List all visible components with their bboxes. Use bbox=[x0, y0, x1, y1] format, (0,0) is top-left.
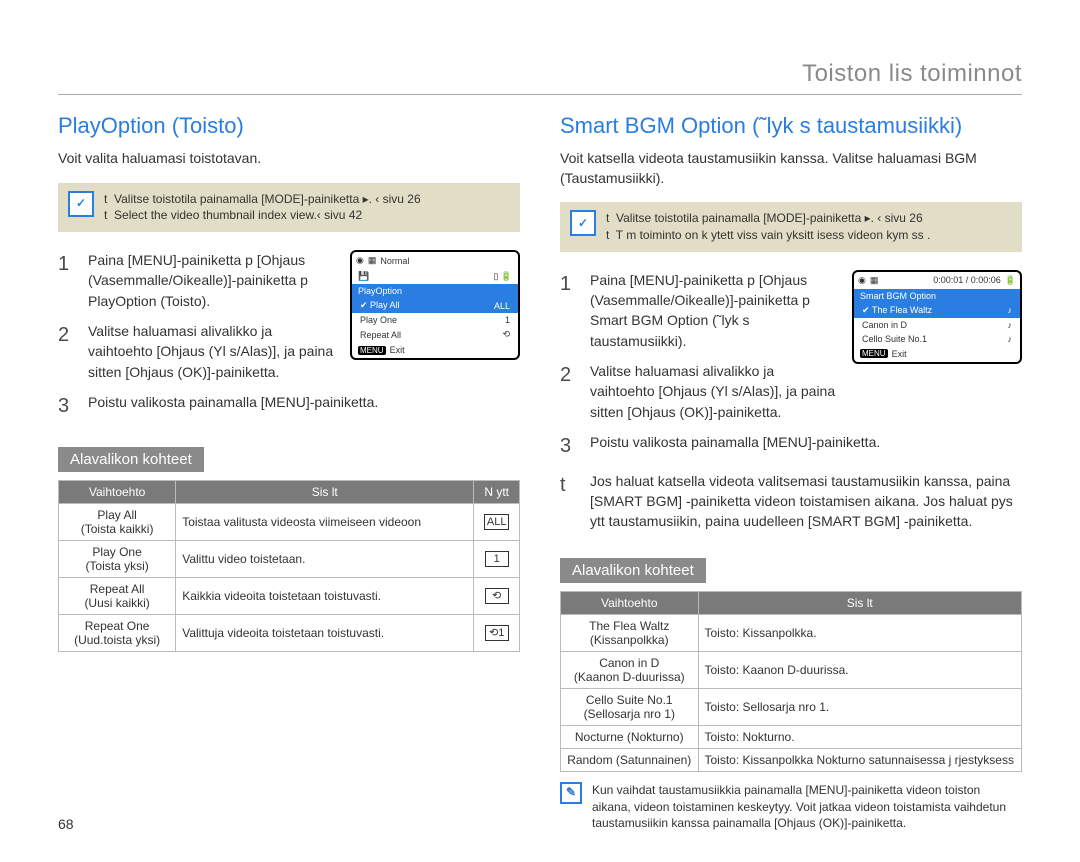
grid-icon: ▦ bbox=[870, 275, 879, 286]
table-header: Sis lt bbox=[698, 591, 1022, 614]
note-icon: ♪ bbox=[1008, 320, 1013, 330]
lcd-title: Smart BGM Option bbox=[854, 289, 1020, 303]
grid-icon: ▦ bbox=[368, 255, 377, 266]
step-number: 2 bbox=[58, 321, 76, 382]
signal-icon: ▯ bbox=[493, 271, 498, 281]
lcd-item-selected: ✔ The Flea Waltz ♪ bbox=[854, 303, 1020, 318]
battery-icon: 🔋 bbox=[1005, 275, 1016, 286]
step-number: 1 bbox=[560, 270, 578, 351]
repeat-one-icon: ⟲1 bbox=[485, 625, 509, 641]
note-icon: ♪ bbox=[1008, 334, 1013, 344]
step-number: 1 bbox=[58, 250, 76, 311]
table-header: Vaihtoehto bbox=[561, 591, 699, 614]
step-text: Paina [MENU]-painiketta p [Ohjaus (Vasem… bbox=[88, 250, 340, 311]
playoption-heading: PlayOption (Toisto) bbox=[58, 113, 520, 139]
sd-icon: 💾 bbox=[358, 271, 369, 282]
info-icon: ✎ bbox=[560, 782, 582, 804]
step-text: Valitse haluamasi alivalikko ja vaihtoeh… bbox=[88, 321, 340, 382]
one-icon: 1 bbox=[505, 315, 510, 325]
step-text: Poistu valikosta painamalla [MENU]-paini… bbox=[88, 392, 520, 421]
submenu-items-heading: Alavalikon kohteet bbox=[560, 558, 706, 583]
table-header: Sis lt bbox=[176, 480, 474, 503]
note-box-left: ✓ Valitse toistotila painamalla [MODE]-p… bbox=[58, 183, 520, 233]
playoption-table: Vaihtoehto Sis lt N ytt Play All(Toista … bbox=[58, 480, 520, 652]
menu-chip: MENU bbox=[860, 349, 888, 358]
menu-chip: MENU bbox=[358, 346, 386, 355]
step-text: Paina [MENU]-painiketta p [Ohjaus (Vasem… bbox=[590, 270, 842, 351]
step-text: Jos haluat katsella videota valitsemasi … bbox=[590, 471, 1022, 532]
right-column: Smart BGM Option (˜lyk s taustamusiikki)… bbox=[560, 113, 1022, 832]
table-header: Vaihtoehto bbox=[59, 480, 176, 503]
battery-icon: 🔋 bbox=[501, 271, 512, 281]
repeat-all-icon: ⟲ bbox=[485, 588, 509, 604]
lcd-item: Canon in D ♪ bbox=[854, 318, 1020, 332]
smartbgm-heading: Smart BGM Option (˜lyk s taustamusiikki) bbox=[560, 113, 1022, 139]
page-number: 68 bbox=[58, 816, 74, 832]
lcd-item: Repeat All ⟲ bbox=[352, 327, 518, 342]
table-row: Play All(Toista kaikki) Toistaa valitust… bbox=[59, 503, 520, 540]
note-line: T m toiminto on k ytett viss vain yksitt… bbox=[606, 227, 930, 244]
all-icon: ALL bbox=[494, 301, 510, 311]
lcd-exit: Exit bbox=[892, 349, 907, 359]
submenu-items-heading: Alavalikon kohteet bbox=[58, 447, 204, 472]
play-all-icon: ALL bbox=[484, 514, 510, 530]
table-row: Repeat All(Uusi kaikki) Kaikkia videoita… bbox=[59, 577, 520, 614]
step-number: 3 bbox=[58, 392, 76, 421]
step-number: t bbox=[560, 471, 578, 532]
table-row: Random (Satunnainen) Toisto: Kissanpolkk… bbox=[561, 748, 1022, 771]
table-row: Nocturne (Nokturno) Toisto: Nokturno. bbox=[561, 725, 1022, 748]
lcd-title: PlayOption bbox=[352, 284, 518, 298]
note-box-right: ✓ Valitse toistotila painamalla [MODE]-p… bbox=[560, 202, 1022, 252]
note-line: Select the video thumbnail index view.‹ … bbox=[104, 207, 421, 224]
table-header: N ytt bbox=[474, 480, 520, 503]
lcd-time: 0:00:01 / 0:00:06 bbox=[933, 275, 1001, 285]
table-row: Cello Suite No.1(Sellosarja nro 1) Toist… bbox=[561, 688, 1022, 725]
lcd-preview-playoption: ◉ ▦ Normal 💾 ▯ 🔋 PlayOption ✔ Play All A… bbox=[350, 250, 520, 360]
table-row: The Flea Waltz(Kissanpolkka) Toisto: Kis… bbox=[561, 614, 1022, 651]
table-row: Repeat One(Uud.toista yksi) Valittuja vi… bbox=[59, 614, 520, 651]
camera-icon: ◉ bbox=[356, 255, 364, 266]
playoption-intro: Voit valita haluamasi toistotavan. bbox=[58, 149, 520, 169]
step-number: 3 bbox=[560, 432, 578, 461]
note-icon: ♪ bbox=[1008, 305, 1013, 315]
lcd-item-selected: ✔ Play All ALL bbox=[352, 298, 518, 313]
note-line: Valitse toistotila painamalla [MODE]-pai… bbox=[104, 191, 421, 208]
camera-icon: ◉ bbox=[858, 275, 866, 286]
table-row: Play One(Toista yksi) Valittu video tois… bbox=[59, 540, 520, 577]
check-icon: ✓ bbox=[570, 210, 596, 236]
step-number: 2 bbox=[560, 361, 578, 422]
step-text: Valitse haluamasi alivalikko ja vaihtoeh… bbox=[590, 361, 842, 422]
section-title: Toiston lis toiminnot bbox=[58, 60, 1022, 95]
table-row: Canon in D(Kaanon D-duurissa) Toisto: Ka… bbox=[561, 651, 1022, 688]
repeat-icon: ⟲ bbox=[502, 329, 510, 340]
lcd-mode: Normal bbox=[380, 256, 409, 266]
smartbgm-table: Vaihtoehto Sis lt The Flea Waltz(Kissanp… bbox=[560, 591, 1022, 772]
smartbgm-intro: Voit katsella videota taustamusiikin kan… bbox=[560, 149, 1022, 188]
lcd-item: Cello Suite No.1 ♪ bbox=[854, 332, 1020, 346]
lcd-exit: Exit bbox=[390, 345, 405, 355]
lcd-preview-smartbgm: ◉ ▦ 0:00:01 / 0:00:06 🔋 Smart BGM Option… bbox=[852, 270, 1022, 364]
left-column: PlayOption (Toisto) Voit valita haluamas… bbox=[58, 113, 520, 832]
lcd-item: Play One 1 bbox=[352, 313, 518, 327]
note-line: Valitse toistotila painamalla [MODE]-pai… bbox=[606, 210, 930, 227]
play-one-icon: 1 bbox=[485, 551, 509, 567]
check-icon: ✓ bbox=[68, 191, 94, 217]
step-text: Poistu valikosta painamalla [MENU]-paini… bbox=[590, 432, 1022, 461]
